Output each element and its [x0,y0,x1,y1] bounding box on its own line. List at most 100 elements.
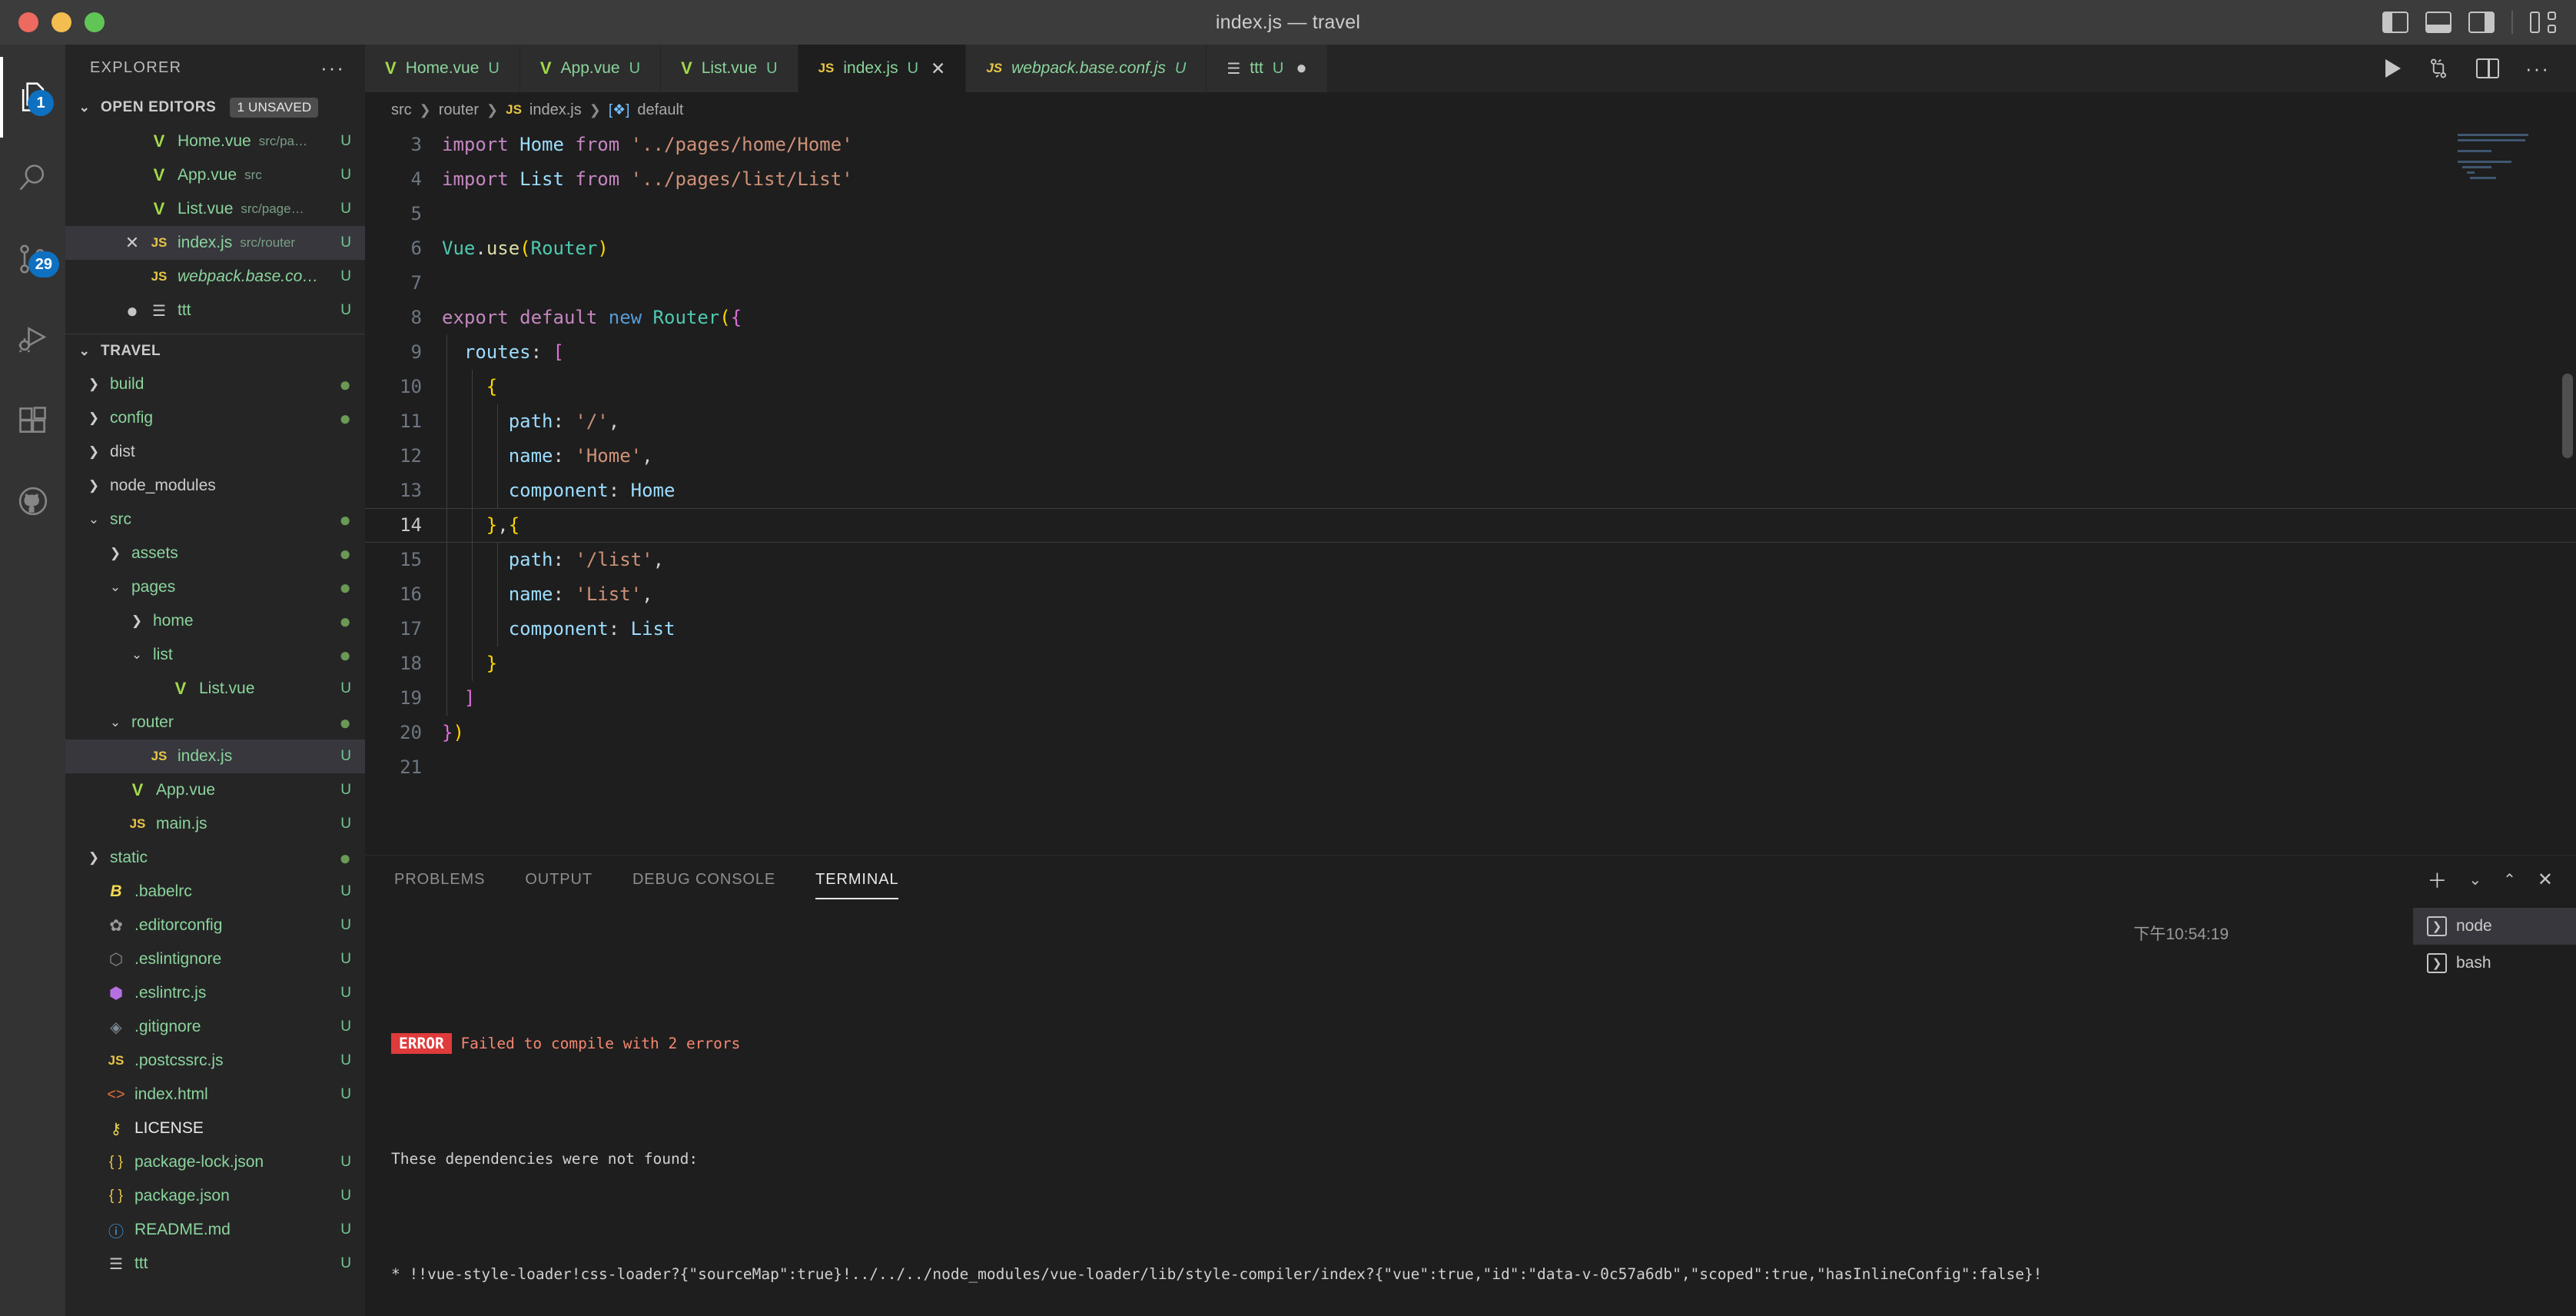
editor-tab[interactable]: V App.vue U [520,45,662,92]
file-tree-folder[interactable]: ⌄ router ● [65,706,365,739]
file-tree-folder[interactable]: ❯ assets ● [65,537,365,570]
close-panel-icon[interactable]: ✕ [2538,869,2553,891]
open-editors-section-header[interactable]: ⌄ OPEN EDITORS 1 UNSAVED [65,91,365,125]
new-terminal-icon[interactable]: ＋ [2427,866,2447,894]
chevron-down-icon[interactable]: ⌄ [128,647,145,663]
chevron-down-icon[interactable]: ⌄ [85,512,102,527]
chevron-right-icon[interactable]: ❯ [85,478,102,494]
activity-item-search[interactable] [0,138,65,218]
minimap[interactable] [2458,134,2558,226]
code-editor[interactable]: 3 import Home from '../pages/home/Home' 4 i… [365,128,2576,855]
editor-tab[interactable]: JS webpack.base.conf.js U [966,45,1207,92]
chevron-right-icon[interactable]: ❯ [85,410,102,426]
editor-more-actions-icon[interactable]: ··· [2525,58,2550,78]
run-icon[interactable] [2385,59,2402,78]
file-tree-file[interactable]: JS main.js U [65,807,365,841]
open-editor-item[interactable]: JS webpack.base.co… U [65,260,365,294]
code-line[interactable]: 18 } [365,646,2576,681]
file-tree-file[interactable]: V App.vue U [65,773,365,807]
terminal-item-node[interactable]: ❯ node [2413,908,2576,945]
code-line[interactable]: 8 export default new Router({ [365,301,2576,335]
file-tree-folder[interactable]: ⌄ list ● [65,638,365,672]
open-editor-item[interactable]: ● ☰ ttt U [65,294,365,327]
breadcrumb-item-default[interactable]: default [637,101,683,119]
file-tree-file[interactable]: <> index.html U [65,1078,365,1112]
file-tree-folder[interactable]: ❯ config ● [65,401,365,435]
activity-item-extensions[interactable] [0,380,65,460]
code-line[interactable]: 6 Vue.use(Router) [365,231,2576,266]
toggle-panel-icon[interactable] [2425,12,2452,33]
split-merge-icon[interactable] [2427,57,2450,80]
file-tree-file[interactable]: ◈ .gitignore U [65,1010,365,1044]
maximize-panel-icon[interactable]: ⌃ [2503,870,2516,889]
chevron-right-icon[interactable]: ❯ [85,850,102,866]
code-line[interactable]: 9 routes: [ [365,335,2576,370]
code-line[interactable]: 12 name: 'Home', [365,439,2576,474]
editor-tab[interactable]: V Home.vue U [365,45,520,92]
code-line[interactable]: 14 },{ [365,508,2576,543]
tab-terminal[interactable]: TERMINAL [815,860,899,899]
code-line[interactable]: 15 path: '/list', [365,543,2576,577]
file-tree-file[interactable]: ⚷ LICENSE [65,1112,365,1145]
terminal-output[interactable]: ERROR Failed to compile with 2 errors Th… [365,903,2413,1316]
file-tree-folder[interactable]: ❯ build ● [65,367,365,401]
code-line[interactable]: 16 name: 'List', [365,577,2576,612]
tab-debug-console[interactable]: DEBUG CONSOLE [632,860,775,899]
file-tree-file[interactable]: ☰ ttt U [65,1247,365,1281]
activity-item-run-and-debug[interactable] [0,299,65,380]
file-tree-file[interactable]: V List.vue U [65,672,365,706]
breadcrumb-item-router[interactable]: router [439,101,479,119]
file-tree-folder[interactable]: ❯ home ● [65,604,365,638]
terminal-item-bash[interactable]: ❯ bash [2413,945,2576,982]
close-icon[interactable]: ✕ [931,58,945,79]
file-tree-file[interactable]: ⬢ .eslintrc.js U [65,976,365,1010]
toggle-secondary-sidebar-icon[interactable] [2468,12,2495,33]
file-tree-folder[interactable]: ❯ static ● [65,841,365,875]
tab-problems[interactable]: PROBLEMS [394,860,485,899]
file-tree-file[interactable]: JS index.js U [65,739,365,773]
file-tree-folder[interactable]: ❯ node_modules [65,469,365,503]
file-tree-file[interactable]: ⬡ .eslintignore U [65,942,365,976]
project-section-header[interactable]: ⌄ TRAVEL [65,334,365,367]
chevron-right-icon[interactable]: ❯ [85,444,102,460]
editor-tab[interactable]: ☰ ttt U ● [1207,45,1328,92]
chevron-right-icon[interactable]: ❯ [107,546,124,561]
tab-output[interactable]: OUTPUT [525,860,593,899]
file-tree-file[interactable]: JS .postcssrc.js U [65,1044,365,1078]
code-line[interactable]: 11 path: '/', [365,404,2576,439]
activity-item-source-control[interactable]: 29 [0,218,65,299]
file-tree-folder[interactable]: ❯ dist [65,435,365,469]
customize-layout-icon[interactable] [2530,12,2556,33]
code-line[interactable]: 17 component: List [365,612,2576,646]
open-editor-item[interactable]: V App.vue src U [65,158,365,192]
code-line[interactable]: 19 ] [365,681,2576,716]
editor-tab[interactable]: V List.vue U [661,45,798,92]
split-editor-icon[interactable] [2476,58,2500,78]
chevron-down-icon[interactable]: ⌄ [107,580,124,595]
file-tree-file[interactable]: ✿ .editorconfig U [65,909,365,942]
code-line[interactable]: 10 { [365,370,2576,404]
activity-item-explorer[interactable]: 1 [0,57,65,138]
chevron-right-icon[interactable]: ❯ [128,613,145,629]
open-editor-item[interactable]: V Home.vue src/pa… U [65,125,365,158]
file-tree-folder[interactable]: ⌄ pages ● [65,570,365,604]
file-tree-file[interactable]: { } package.json U [65,1179,365,1213]
code-line[interactable]: 7 [365,266,2576,301]
open-editor-item[interactable]: ✕ JS index.js src/router U [65,226,365,260]
file-tree-folder[interactable]: ⌄ src ● [65,503,365,537]
explorer-more-actions-icon[interactable]: ··· [320,58,345,78]
code-line[interactable]: 3 import Home from '../pages/home/Home' [365,128,2576,162]
code-line[interactable]: 5 [365,197,2576,231]
open-editor-item[interactable]: V List.vue src/page… U [65,192,365,226]
chevron-right-icon[interactable]: ❯ [85,377,102,392]
code-line[interactable]: 4 import List from '../pages/list/List' [365,162,2576,197]
breadcrumb-item-index-js[interactable]: index.js [529,101,582,119]
file-tree-file[interactable]: B .babelrc U [65,875,365,909]
breadcrumb-item-src[interactable]: src [391,101,412,119]
chevron-down-icon[interactable]: ⌄ [107,715,124,730]
file-tree-file[interactable]: { } package-lock.json U [65,1145,365,1179]
activity-item-github[interactable] [0,460,65,541]
toggle-primary-sidebar-icon[interactable] [2382,12,2408,33]
chevron-down-icon[interactable]: ⌄ [2468,870,2481,889]
code-line[interactable]: 21 [365,750,2576,785]
